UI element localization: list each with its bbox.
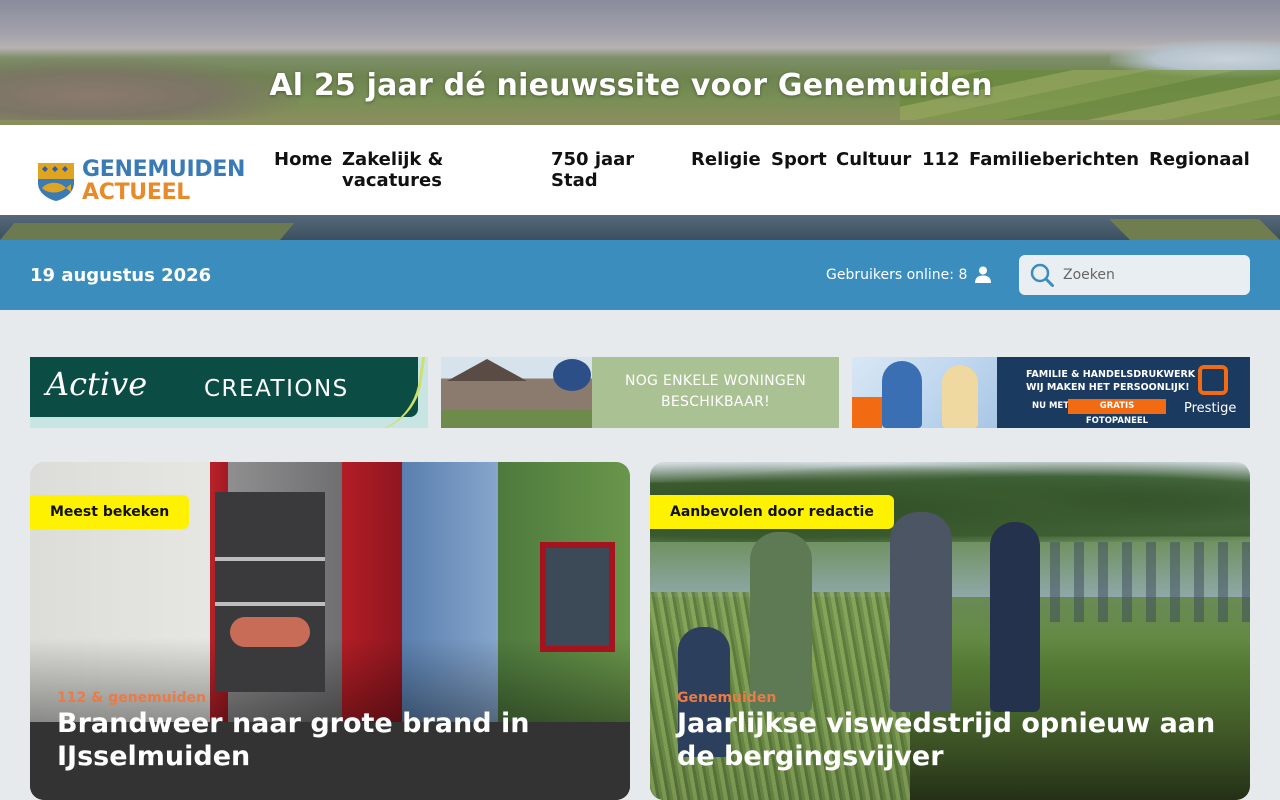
ad-banner-woningen[interactable]: NOG ENKELE WONINGEN BESCHIKBAAR! <box>441 357 839 428</box>
nav-item-religie[interactable]: Religie <box>691 149 761 170</box>
article-category[interactable]: 112 & genemuiden <box>57 690 206 706</box>
article-title[interactable]: Brandweer naar grote brand in IJsselmuid… <box>57 707 597 773</box>
nav-item-zakelijk[interactable]: Zakelijk & vacatures <box>342 149 462 191</box>
article-card[interactable]: Meest bekeken 112 & genemuiden Brandweer… <box>30 462 630 800</box>
current-date: 19 augustus 2026 <box>30 265 212 286</box>
logo-line-2: ACTUEEL <box>82 180 191 205</box>
nav-item-familieberichten[interactable]: Familieberichten <box>969 149 1139 170</box>
nav-item-cultuur[interactable]: Cultuur <box>836 149 911 170</box>
ad-pill: GRATIS FOTOPANEEL <box>1068 399 1166 426</box>
article-card[interactable]: Aanbevolen door redactie Genemuiden Jaar… <box>650 462 1250 800</box>
prestige-logo-icon <box>1198 365 1228 395</box>
ad-line-3: NU MET <box>1032 401 1070 411</box>
site-logo[interactable]: GENEMUIDEN ACTUEEL <box>36 159 246 205</box>
main-header: GENEMUIDEN ACTUEEL Home Zakelijk & vacat… <box>0 125 1280 215</box>
search-box[interactable] <box>1019 255 1250 295</box>
site-tagline: Al 25 jaar dé nieuwssite voor Genemuiden <box>269 68 993 103</box>
users-online: Gebruikers online: 8 <box>826 267 968 283</box>
nav-item-regionaal[interactable]: Regionaal <box>1149 149 1250 170</box>
ad-brand-caps: CREATIONS <box>204 376 349 402</box>
article-badge: Aanbevolen door redactie <box>650 495 894 529</box>
search-input[interactable] <box>1063 264 1241 286</box>
ad-banner-active-creations[interactable]: Active CREATIONS <box>30 357 428 428</box>
nav-item-750-jaar[interactable]: 750 jaar Stad <box>551 149 651 191</box>
nav-item-sport[interactable]: Sport <box>771 149 827 170</box>
fish-shield-icon <box>38 163 74 201</box>
article-category[interactable]: Genemuiden <box>677 690 776 706</box>
nav-item-112[interactable]: 112 <box>922 149 960 170</box>
nav-item-home[interactable]: Home <box>274 149 332 170</box>
ad-banner-prestige[interactable]: FAMILIE & HANDELSDRUKWERK WIJ MAKEN HET … <box>852 357 1250 428</box>
logo-line-1: GENEMUIDEN <box>82 157 246 182</box>
article-badge: Meest bekeken <box>30 495 190 529</box>
search-icon[interactable] <box>1030 263 1054 287</box>
ad-brand-script: Active <box>46 365 148 403</box>
ad-brand: Prestige <box>1184 401 1237 416</box>
ad-line-2: WIJ MAKEN HET PERSOONLIJK! <box>1026 382 1190 393</box>
user-icon <box>975 266 991 283</box>
house-photo <box>441 357 592 428</box>
ad-text: NOG ENKELE WONINGEN BESCHIKBAAR! <box>624 373 807 410</box>
family-photo <box>852 357 997 428</box>
ad-line-1: FAMILIE & HANDELSDRUKWERK <box>1026 369 1196 380</box>
article-title[interactable]: Jaarlijkse viswedstrijd opnieuw aan de b… <box>677 707 1217 773</box>
hero-canal <box>0 215 1280 240</box>
project-badge <box>553 359 591 391</box>
